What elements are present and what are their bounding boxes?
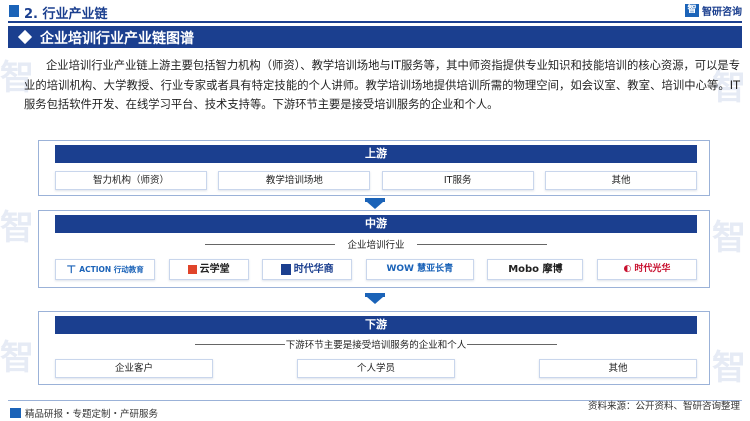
midstream-section: 中游 企业培训行业 ⊤ ACTION 行动教育 云学堂 时代华商 WOW 慧亚长… [38, 210, 710, 288]
downstream-item: 个人学员 [297, 359, 455, 378]
midstream-title: 中游 [55, 215, 697, 233]
downstream-subtitle: 下游环节主要是接受培训服务的企业和个人 [285, 340, 467, 351]
midstream-subtitle-row: 企业培训行业 [55, 237, 697, 251]
data-source: 资料来源：公开资料、智研咨询整理 [587, 401, 740, 412]
company-name: Mobo 摩博 [508, 264, 563, 275]
company-logos: ⊤ ACTION 行动教育 云学堂 时代华商 WOW 慧亚长青 Mobo 摩博 … [55, 259, 697, 280]
downstream-item: 其他 [539, 359, 697, 378]
company-name: ACTION 行动教育 [79, 264, 144, 274]
upstream-section: 上游 智力机构（师资） 教学培训场地 IT服务 其他 [38, 140, 710, 196]
company-name: 时代华商 [293, 264, 334, 275]
header-divider [8, 21, 742, 23]
company-logo-yunxuetang: 云学堂 [168, 259, 249, 280]
downstream-subtitle-row: 下游环节主要是接受培训服务的企业和个人 [55, 337, 697, 351]
brand-mark-icon [10, 408, 21, 418]
company-name: 云学堂 [199, 264, 230, 275]
downstream-title: 下游 [55, 316, 697, 334]
shidaihuashang-logo-icon [280, 264, 291, 275]
upstream-item: IT服务 [381, 171, 534, 190]
header-mark-icon [9, 5, 19, 17]
brand-logo-icon: 智 [685, 4, 699, 17]
diamond-icon [17, 29, 33, 45]
title-banner: 企业培训行业产业链图谱 [8, 26, 742, 48]
page-header: 2. 行业产业链 智 智研咨询 [0, 0, 750, 24]
upstream-item: 教学培训场地 [218, 171, 371, 190]
company-logo-wow: WOW 慧亚长青 [365, 259, 474, 280]
down-arrow-icon [367, 202, 383, 209]
down-arrow-icon [367, 297, 383, 304]
upstream-item: 其他 [544, 171, 697, 190]
upstream-items: 智力机构（师资） 教学培训场地 IT服务 其他 [55, 171, 697, 190]
divider-line [417, 244, 547, 245]
shidaiguanghua-logo-icon: ◐ [623, 264, 632, 274]
company-logo-shidaiguanghua: ◐ 时代光华 [596, 259, 697, 280]
company-name: WOW 慧亚长青 [386, 264, 454, 274]
brand-name: 智研咨询 [702, 7, 742, 18]
midstream-subtitle: 企业培训行业 [347, 240, 405, 251]
footer-tagline-text: 精品研报・专题定制・产研服务 [25, 409, 159, 420]
action-logo-icon: ⊤ [66, 263, 77, 276]
company-name: 时代光华 [634, 264, 671, 274]
upstream-title: 上游 [55, 145, 697, 163]
brand-logo: 智 智研咨询 [685, 3, 742, 18]
intro-paragraph: 企业培训行业产业链上游主要包括智力机构（师资）、教学培训场地与IT服务等，其中师… [24, 59, 740, 111]
company-logo-shidaihuashang: 时代华商 [262, 259, 353, 280]
downstream-items: 企业客户 个人学员 其他 [55, 359, 697, 378]
company-logo-mobo: Mobo 摩博 [487, 259, 584, 280]
downstream-item: 企业客户 [55, 359, 213, 378]
yunxuetang-logo-icon [187, 265, 197, 274]
divider-line [467, 344, 557, 345]
downstream-section: 下游 下游环节主要是接受培训服务的企业和个人 企业客户 个人学员 其他 [38, 311, 710, 385]
company-logo-action: ⊤ ACTION 行动教育 [55, 259, 155, 280]
upstream-item: 智力机构（师资） [55, 171, 207, 190]
footer-tagline: 精品研报・专题定制・产研服务 [10, 406, 158, 420]
page-title: 企业培训行业产业链图谱 [40, 31, 194, 47]
section-title: 2. 行业产业链 [24, 7, 108, 22]
